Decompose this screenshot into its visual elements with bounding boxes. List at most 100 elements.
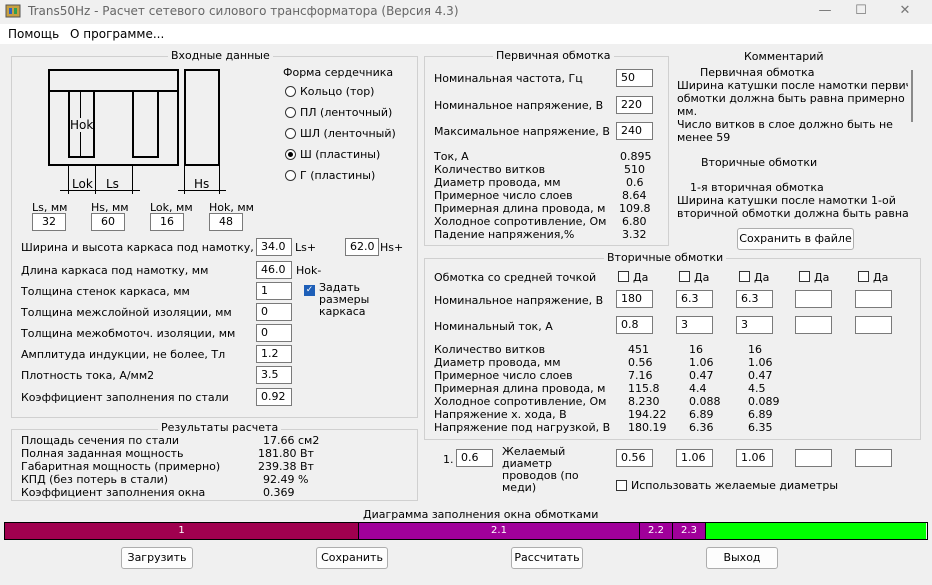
secondary-output-value: 8.230 [628,395,660,408]
exit-button[interactable]: Выход [706,547,778,569]
radio-ring-label[interactable]: Кольцо (тор) [300,85,374,98]
desired-diameter-input[interactable] [855,449,892,467]
menu-bar: Помощь О программе... [0,24,932,44]
radio-shl[interactable] [285,128,296,139]
save-button[interactable]: Сохранить [316,547,388,569]
frame-width-input[interactable]: 34.0 [256,238,292,256]
nominal-voltage-label: Номинальное напряжение, В [434,99,604,112]
dim-hok-input[interactable]: 48 [209,213,243,231]
radio-ring[interactable] [285,86,296,97]
use-desired-label[interactable]: Использовать желаемые диаметры [631,479,838,492]
use-desired-checkbox[interactable] [616,480,627,491]
primary-output-value: 510 [624,163,645,176]
comment-line: мм. [677,105,698,118]
comment-line: Ширина катушки после намотки 1-ой [677,194,896,207]
menu-help[interactable]: Помощь [8,27,59,41]
secondary-output-value: 4.5 [748,382,766,395]
comment-line: вторичной обмотки должна быть равна [677,207,908,220]
wall-thickness-input[interactable]: 1 [256,282,292,300]
secondary-output-label: Диаметр провода, мм [434,356,561,369]
dim-ls-input[interactable]: 32 [32,213,66,231]
steel-fill-label: Коэффициент заполнения по стали [21,391,229,404]
radio-g[interactable] [285,170,296,181]
layer-insulation-label: Толщина межслойной изоляции, мм [21,306,232,319]
secondary-current-input[interactable] [795,316,832,334]
comment-title: Комментарий [744,50,824,63]
current-density-label: Плотность тока, А/мм2 [21,369,155,382]
app-icon [5,4,21,18]
frequency-input[interactable]: 50 [616,69,653,87]
desired-diameter-input[interactable]: 1.06 [676,449,713,467]
yes-label: Да [754,271,770,284]
desired-diameter-input[interactable] [795,449,832,467]
secondary-output-label: Примерная длина провода, м [434,382,606,395]
max-voltage-input[interactable]: 240 [616,122,653,140]
set-sizes-label[interactable]: Задать размеры каркаса [319,282,404,318]
desired-primary-input[interactable]: 0.6 [456,449,493,467]
primary-output-label: Примерное число слоев [434,189,573,202]
menu-about[interactable]: О программе... [70,27,164,41]
secondary-voltage-input[interactable]: 6.3 [676,290,713,308]
nominal-voltage-input[interactable]: 220 [616,96,653,114]
secondary-current-label: Номинальный ток, А [434,320,553,333]
close-icon[interactable]: ✕ [890,2,920,20]
secondary-current-input[interactable]: 0.8 [616,316,653,334]
radio-sh[interactable] [285,149,296,160]
center-tap-checkbox-4[interactable] [799,271,810,282]
wall-thickness-label: Толщина стенок каркаса, мм [21,285,190,298]
comment-scrollbar[interactable] [911,70,913,122]
desired-diameter-input[interactable]: 0.56 [616,449,653,467]
secondary-voltage-input[interactable] [795,290,832,308]
winding-insulation-input[interactable]: 0 [256,324,292,342]
center-tap-checkbox-5[interactable] [858,271,869,282]
load-button[interactable]: Загрузить [121,547,193,569]
primary-output-value: 3.32 [622,228,647,241]
layer-insulation-input[interactable]: 0 [256,303,292,321]
result-value: 17.66 см2 [263,434,320,447]
frame-length-input[interactable]: 46.0 [256,261,292,279]
secondary-voltage-input[interactable]: 6.3 [736,290,773,308]
radio-shl-label[interactable]: ШЛ (ленточный) [300,127,396,140]
desired-diameter-input[interactable]: 1.06 [736,449,773,467]
center-tap-checkbox-2[interactable] [679,271,690,282]
frequency-label: Номинальная частота, Гц [434,72,583,85]
primary-output-label: Диаметр провода, мм [434,176,561,189]
current-density-input[interactable]: 3.5 [256,366,292,384]
secondary-voltage-input[interactable] [855,290,892,308]
frame-height-suffix: Hs+ [380,241,404,254]
frame-height-input[interactable]: 62.0 [345,238,379,256]
radio-pl-label[interactable]: ПЛ (ленточный) [300,106,392,119]
set-sizes-checkbox[interactable]: ✓ [304,285,315,296]
result-label: КПД (без потерь в стали) [21,473,169,486]
calculate-button[interactable]: Рассчитать [511,547,583,569]
dim-lok-input[interactable]: 16 [150,213,184,231]
secondary-current-input[interactable]: 3 [736,316,773,334]
secondary-output-label: Напряжение под нагрузкой, В [434,421,611,434]
secondary-current-input[interactable] [855,316,892,334]
yes-label: Да [814,271,830,284]
save-file-button[interactable]: Сохранить в файле [737,228,854,250]
maximize-icon[interactable]: ☐ [846,2,876,20]
secondary-output-value: 6.35 [748,421,773,434]
comment-box[interactable]: Первичная обмотка Ширина катушки после н… [676,64,908,222]
center-tap-checkbox-3[interactable] [739,271,750,282]
input-data-title: Входные данные [168,49,273,62]
radio-g-label[interactable]: Г (пластины) [300,169,375,182]
fill-diagram-bar: 1 2.1 2.2 2.3 [4,522,928,540]
minimize-icon[interactable]: — [810,2,840,20]
radio-pl[interactable] [285,107,296,118]
secondary-output-value: 7.16 [628,369,653,382]
secondary-voltage-input[interactable]: 180 [616,290,653,308]
result-label: Площадь сечения по стали [21,434,180,447]
center-tap-checkbox-1[interactable] [618,271,629,282]
steel-fill-input[interactable]: 0.92 [256,388,292,406]
radio-sh-label[interactable]: Ш (пластины) [300,148,380,161]
dim-hs-input[interactable]: 60 [91,213,125,231]
yes-label: Да [694,271,710,284]
secondary-output-value: 194.22 [628,408,667,421]
window-title: Trans50Hz - Расчет сетевого силового тра… [28,4,459,18]
induction-input[interactable]: 1.2 [256,345,292,363]
secondary-current-input[interactable]: 3 [676,316,713,334]
max-voltage-label: Максимальное напряжение, В [434,125,610,138]
secondary-output-label: Напряжение х. хода, В [434,408,567,421]
